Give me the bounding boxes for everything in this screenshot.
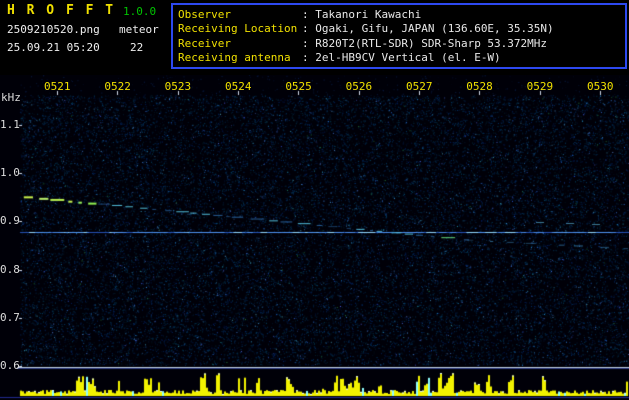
- time-tick-label: 0523: [164, 80, 192, 93]
- info-value: Takanori Kawachi: [315, 7, 422, 21]
- info-colon: :: [302, 7, 316, 21]
- output-filename: 2509210520.png: [7, 23, 100, 36]
- time-tick-label: 0529: [526, 80, 554, 93]
- info-label: Observer: [178, 7, 231, 21]
- info-label: Receiving antenna: [178, 51, 291, 65]
- freq-tick-label: 0.6: [0, 359, 20, 372]
- freq-tick-label: 0.9: [0, 214, 20, 228]
- info-row-3: Receiving antenna: 2el-HB9CV Vertical (e…: [178, 51, 620, 64]
- freq-tick-label: 0.8: [0, 262, 20, 276]
- mode-label: meteor: [119, 23, 159, 36]
- info-label: Receiver: [178, 36, 231, 50]
- freq-tick-label: 0.7: [0, 310, 20, 324]
- echo-count: 22: [130, 41, 144, 54]
- info-row-2: Receiver: R820T2(RTL-SDR) SDR-Sharp 53.3…: [178, 37, 620, 50]
- observation-datetime: 25.09.21 05:20: [7, 41, 100, 54]
- info-label: Receiving Location: [178, 22, 298, 36]
- frequency-unit-label: kHz: [1, 91, 21, 104]
- info-value: 2el-HB9CV Vertical (el. E-W): [315, 51, 501, 65]
- info-colon: :: [302, 51, 316, 65]
- spectrogram-panel: kHz 0521 0522 0523 0524 0525 0526 0527 0528 0529…: [0, 75, 629, 400]
- time-tick-label: 0528: [466, 80, 493, 93]
- info-value: Ogaki, Gifu, JAPAN (136.60E, 35.35N): [315, 22, 554, 36]
- time-tick-label: 0524: [224, 80, 252, 93]
- info-value: R820T2(RTL-SDR) SDR-Sharp 53.372MHz: [315, 36, 548, 50]
- spectrogram-canvas: [0, 75, 629, 400]
- info-row-0: Observer: Takanori Kawachi: [178, 8, 620, 21]
- time-tick-label: 0525: [285, 80, 312, 93]
- time-tick-label: 0521: [44, 80, 71, 93]
- time-tick-label: 0522: [104, 80, 131, 93]
- freq-tick-label: 1.1: [0, 118, 20, 131]
- hrofft-screen: H R O F F T 1.0.0 2509210520.png meteor …: [0, 0, 629, 400]
- info-row-1: Receiving Location: Ogaki, Gifu, JAPAN (…: [178, 22, 620, 35]
- freq-tick-label: 1.0: [0, 166, 20, 180]
- observer-info-box: Observer: Takanori Kawachi Receiving Loca…: [171, 3, 627, 69]
- info-colon: :: [302, 22, 316, 36]
- app-version: 1.0.0: [123, 5, 157, 18]
- app-title: H R O F F T: [7, 3, 116, 18]
- time-tick-label: 0530: [586, 80, 614, 93]
- time-tick-label: 0527: [405, 80, 433, 93]
- time-tick-label: 0526: [345, 80, 373, 93]
- info-colon: :: [302, 36, 316, 50]
